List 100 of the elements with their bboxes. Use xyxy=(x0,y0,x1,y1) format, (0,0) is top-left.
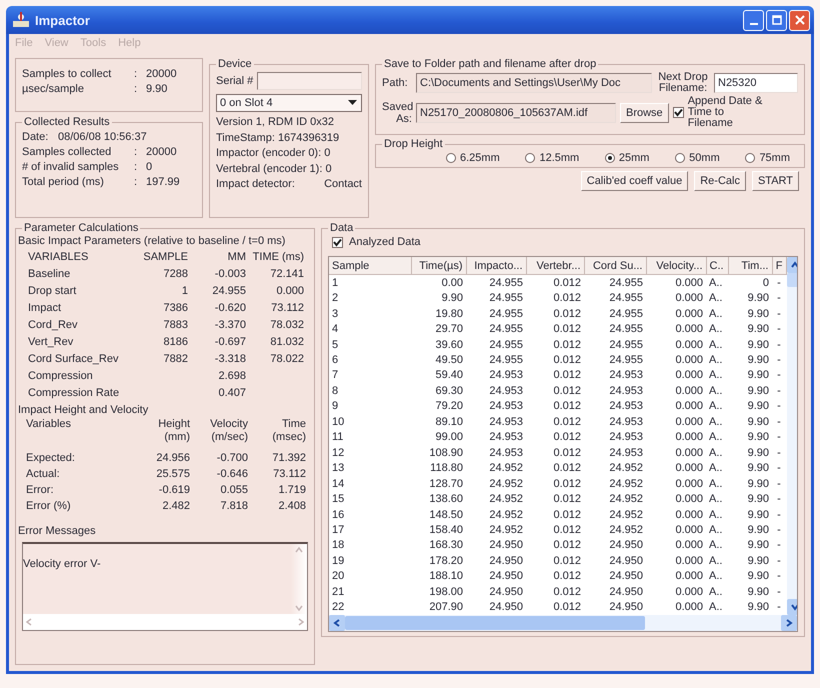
table-cell-text: A.. xyxy=(708,538,724,554)
table-cell-text: 9.90 xyxy=(746,522,770,538)
field-value: 197.99 xyxy=(146,175,180,190)
table-cell-text: 24.953 xyxy=(608,446,644,460)
table-cell-text: 17 xyxy=(331,522,346,538)
maximize-button[interactable] xyxy=(766,10,787,30)
table-cell-text: 0.012 xyxy=(552,476,582,492)
table-cell-text: - xyxy=(776,338,782,352)
table-cell-text: 19.80 xyxy=(434,306,464,322)
table-cell-text: 9.90 xyxy=(746,569,770,584)
browse-button[interactable]: Browse xyxy=(620,102,669,122)
table-cell-text: - xyxy=(776,384,782,399)
table-cell-text: - xyxy=(776,446,782,460)
error-messages-box[interactable]: Velocity error V- xyxy=(22,542,308,631)
column-header[interactable]: Impacto... xyxy=(466,257,526,274)
column-header[interactable]: C.. xyxy=(706,257,728,274)
table-cell-text: 0.012 xyxy=(552,554,582,569)
column-header: Time xyxy=(282,418,306,431)
scrollbar[interactable] xyxy=(329,615,797,631)
column-header: Height xyxy=(158,418,190,431)
table-cell-text: 24.950 xyxy=(488,584,524,600)
table-cell-text: 0.000 xyxy=(674,522,704,538)
table-cell-text: A.. xyxy=(708,384,724,399)
table-cell-text: 59.40 xyxy=(434,368,464,384)
table-cell-text: 148.50 xyxy=(428,508,464,522)
table-cell-text: 0.000 xyxy=(674,414,704,430)
variable-name: Vert_Rev xyxy=(28,335,74,350)
table-cell-text: 24.953 xyxy=(488,384,524,399)
table-cell-text: A.. xyxy=(708,322,724,337)
table-cell-text: 24.952 xyxy=(608,508,644,522)
separator-text: : xyxy=(134,67,138,82)
table-cell-text: 2.482 xyxy=(161,499,190,514)
table-cell-text: 5 xyxy=(331,338,340,352)
table-cell-text: 99.00 xyxy=(434,430,464,445)
column-header[interactable]: Time(µs) xyxy=(411,257,466,274)
table-cell-text: 0.012 xyxy=(552,461,582,476)
table-cell-text: 24.952 xyxy=(608,522,644,538)
column-header[interactable]: Velocity... xyxy=(646,257,706,274)
serial-field[interactable] xyxy=(257,72,362,90)
minimize-button[interactable] xyxy=(743,10,764,30)
scrollbar[interactable] xyxy=(291,544,307,614)
radio-button[interactable] xyxy=(604,153,615,163)
field-label: µsec/sample xyxy=(22,82,85,97)
radio-button[interactable] xyxy=(446,153,456,163)
table-cell-text: 24.952 xyxy=(488,492,524,507)
table-cell-text: 7386 xyxy=(162,301,188,316)
table-cell-text: 89.10 xyxy=(434,414,464,430)
column-header[interactable]: Tim... xyxy=(728,257,772,274)
column-header: SAMPLE xyxy=(142,250,188,265)
scroll-thumb[interactable] xyxy=(345,616,645,630)
radio-label: 12.5mm xyxy=(539,152,580,164)
table-cell-text: 24.953 xyxy=(488,430,524,445)
table-cell-text: 11 xyxy=(331,430,344,445)
slot-dropdown[interactable]: 0 on Slot 4 xyxy=(216,94,362,112)
table-cell-text: 8186 xyxy=(162,335,188,350)
table-cell-text: 0.000 xyxy=(674,492,704,507)
table-cell-text: 7882 xyxy=(162,352,188,367)
table-cell-text: A.. xyxy=(708,430,724,445)
table-cell-text: 9.90 xyxy=(746,322,770,337)
column-header[interactable]: F xyxy=(772,257,786,274)
action-button[interactable]: Re-Calc xyxy=(694,171,746,191)
table-cell-text: 0.000 xyxy=(674,384,704,399)
table-cell-text: 9.90 xyxy=(746,476,770,492)
table-cell-text: 0.012 xyxy=(552,446,582,460)
field-label: Path: xyxy=(382,77,409,89)
table-cell-text: 0.000 xyxy=(674,399,704,414)
close-button[interactable] xyxy=(789,10,810,30)
path-field[interactable]: C:\Documents and Settings\User\My Doc xyxy=(416,73,652,93)
column-header[interactable]: Sample xyxy=(329,257,411,274)
scrollbar[interactable] xyxy=(23,614,307,630)
checkbox[interactable] xyxy=(332,236,343,248)
action-button[interactable]: START xyxy=(752,171,799,191)
table-cell-text: - xyxy=(776,554,782,569)
table-cell-text: 0.012 xyxy=(552,291,582,306)
radio-button[interactable] xyxy=(525,153,536,163)
checkbox-label: Analyzed Data xyxy=(349,236,421,248)
radio-button[interactable] xyxy=(675,153,686,163)
column-header[interactable]: Cord Su... xyxy=(584,257,646,274)
table-cell-text: 6 xyxy=(331,353,340,368)
table-cell: 0 xyxy=(728,274,772,290)
checkbox[interactable] xyxy=(672,107,684,118)
variable-name: Compression Rate xyxy=(28,386,120,401)
radio-button[interactable] xyxy=(745,153,756,163)
column-header[interactable]: Vertebr... xyxy=(526,257,584,274)
action-button[interactable]: Calib'ed coeff value xyxy=(580,171,688,191)
table-cell-text: 24.953 xyxy=(608,399,644,414)
table-cell-text: A.. xyxy=(708,476,724,492)
dropdown-arrow-icon xyxy=(348,100,357,106)
table-cell-text: 158.40 xyxy=(428,522,464,538)
table-cell-text: 9 xyxy=(331,399,340,414)
unit-label: (mm) xyxy=(164,431,190,444)
separator-text: : xyxy=(134,175,138,190)
filename-field[interactable]: N25320 xyxy=(714,73,798,93)
table-cell-text: 20 xyxy=(331,569,346,584)
table-cell-text: 24.950 xyxy=(488,554,524,569)
table-cell-text: -0.619 xyxy=(158,483,190,498)
table-cell-text: 0.000 xyxy=(674,446,704,460)
table-cell-text: A.. xyxy=(708,492,724,507)
radio-label: 25mm xyxy=(618,152,650,164)
saved-as-field[interactable]: N25170_20080806_105637AM.idf xyxy=(416,102,616,122)
